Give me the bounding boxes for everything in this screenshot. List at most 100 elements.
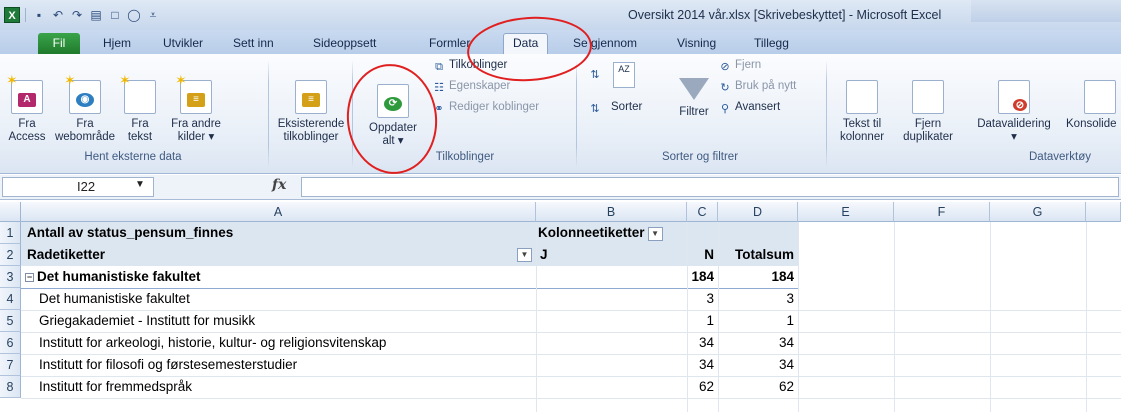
column-header-a[interactable]: A [21,202,536,222]
name-box[interactable]: I22 [2,177,154,197]
gridline [894,222,895,412]
pivot-value-field[interactable]: Antall av status_pensum_finnes [27,222,233,244]
pivot-column-n[interactable]: N [687,244,714,266]
column-header-b[interactable]: B [536,202,687,222]
circle-icon[interactable]: ◯ [126,7,142,23]
cell-value[interactable]: 34 [718,332,794,354]
tab-file[interactable]: Fil [38,33,80,54]
paste-icon[interactable]: ▤ [88,7,104,23]
filter-icon [679,78,709,100]
pivot-item-label[interactable]: Institutt for arkeologi, historie, kultu… [39,332,386,354]
from-web-button[interactable]: ✶ ◉ Fra webområde [50,73,120,144]
row-header[interactable]: 4 [0,288,21,310]
insert-function-icon[interactable]: fx [272,177,286,193]
remove-duplicates-icon [912,80,944,114]
label: Access [8,131,46,143]
reapply-button[interactable]: ↻ Bruk på nytt [718,79,796,95]
label: tekst [127,131,153,143]
select-all-corner[interactable] [0,202,21,222]
remove-duplicates-button[interactable]: Fjern duplikater [893,80,963,144]
name-box-dropdown-icon[interactable]: ▼ [135,179,145,190]
row-header[interactable]: 6 [0,332,21,354]
consolidate-button[interactable]: Konsolide [1066,80,1121,131]
pivot-column-j[interactable]: J [540,244,548,266]
cell-value[interactable]: 184 [718,266,794,288]
undo-icon[interactable]: ↶ [50,7,66,23]
formula-input[interactable] [301,177,1119,197]
tab-developer[interactable]: Utvikler [163,34,203,54]
cell-value[interactable]: 3 [718,288,794,310]
tab-addins[interactable]: Tillegg [754,34,789,54]
advanced-filter-button[interactable]: ⚲ Avansert [718,100,780,116]
cell-value[interactable]: 1 [687,310,714,332]
pivot-item-label[interactable]: Institutt for fremmedspråk [39,376,192,398]
window-controls[interactable] [971,0,1121,22]
cell-value[interactable]: 62 [718,376,794,398]
edit-links-button[interactable]: ⚭ Rediger koblinger [432,100,539,116]
label: webområde [54,131,116,143]
row-header[interactable]: 3 [0,266,21,288]
pivot-total-header[interactable]: Totalsum [718,244,794,266]
data-validation-button[interactable]: ⊘ Datavalidering ▾ [965,80,1063,144]
cell-value[interactable]: 1 [718,310,794,332]
access-icon: ✶ A [6,73,43,114]
existing-connections-button[interactable]: ≡ Eksisterende tilkoblinger [273,80,349,144]
filter-dropdown-icon[interactable]: ▼ [647,227,663,241]
cell-value[interactable]: 62 [687,376,714,398]
sort-za-button[interactable]: ⇅ Sorter [588,100,642,116]
pivot-item-label[interactable]: Det humanistiske fakultet [39,288,190,310]
cell-value[interactable]: 34 [687,354,714,376]
clear-filter-button[interactable]: ⊘ Fjern [718,58,761,74]
spreadsheet-grid[interactable]: A B C D E F G 1 2 3 4 5 6 7 8 Antall av … [0,202,1121,412]
column-header-e[interactable]: E [798,202,894,222]
sort-az-button[interactable]: ⇅ [588,66,605,82]
redo-icon[interactable]: ↷ [69,7,85,23]
sort-az-icon: ⇅ [590,69,600,81]
pivot-item-label[interactable]: Griegakademiet - Institutt for musikk [39,310,255,332]
label: Egenskaper [449,80,511,92]
advanced-filter-icon: ⚲ [720,103,730,115]
row-header[interactable]: 1 [0,222,21,244]
from-text-button[interactable]: ✶ Fra tekst [119,73,160,144]
filter-button[interactable]: Filtrer [673,78,715,119]
from-other-sources-button[interactable]: ✶ ≡ Fra andre kilder ▾ [160,73,232,144]
tab-formulas[interactable]: Formler [429,34,470,54]
new-document-icon[interactable]: □ [107,7,123,23]
cell-value[interactable]: 34 [718,354,794,376]
row-header[interactable]: 8 [0,376,21,398]
column-header-g[interactable]: G [990,202,1086,222]
column-header-c[interactable]: C [687,202,718,222]
collapse-icon[interactable]: − [25,273,34,282]
save-icon[interactable]: ▪ [31,7,47,23]
divider [576,60,577,168]
text-to-columns-icon [846,80,878,114]
data-validation-icon: ⊘ [998,80,1030,114]
cell-value[interactable]: 3 [687,288,714,310]
column-header-h[interactable] [1086,202,1121,222]
pivot-item-label[interactable]: Institutt for filosofi og førstesemester… [39,354,297,376]
pivot-column-labels[interactable]: Kolonneetiketter ▼ [538,222,663,244]
properties-button[interactable]: ☷ Egenskaper [432,79,510,95]
pivot-row-labels[interactable]: Radetiketter ▼ [27,244,532,266]
excel-logo-icon[interactable]: X [4,7,20,23]
cell-value[interactable]: 184 [687,266,714,288]
label: Avansert [735,101,781,113]
tab-page-layout[interactable]: Sideoppsett [313,34,376,54]
pivot-group-row[interactable]: − Det humanistiske fakultet [25,266,201,288]
from-access-button[interactable]: ✶ A Fra Access [2,73,52,144]
column-header-f[interactable]: F [894,202,990,222]
row-header[interactable]: 5 [0,310,21,332]
label: Kolonneetiketter [538,225,645,240]
row-header[interactable]: 2 [0,244,21,266]
sort-dialog-icon[interactable]: AZ [613,62,635,88]
text-to-columns-button[interactable]: Tekst til kolonner [832,80,892,144]
tab-view[interactable]: Visning [677,34,716,54]
cell-value[interactable]: 34 [687,332,714,354]
filter-dropdown-icon[interactable]: ▼ [517,248,532,262]
customize-qat-icon[interactable]: ⩡ [145,7,161,23]
column-header-d[interactable]: D [718,202,798,222]
tab-home[interactable]: Hjem [103,34,131,54]
row-header[interactable]: 7 [0,354,21,376]
connections-icon: ⧉ [435,61,443,73]
tab-insert[interactable]: Sett inn [233,34,274,54]
